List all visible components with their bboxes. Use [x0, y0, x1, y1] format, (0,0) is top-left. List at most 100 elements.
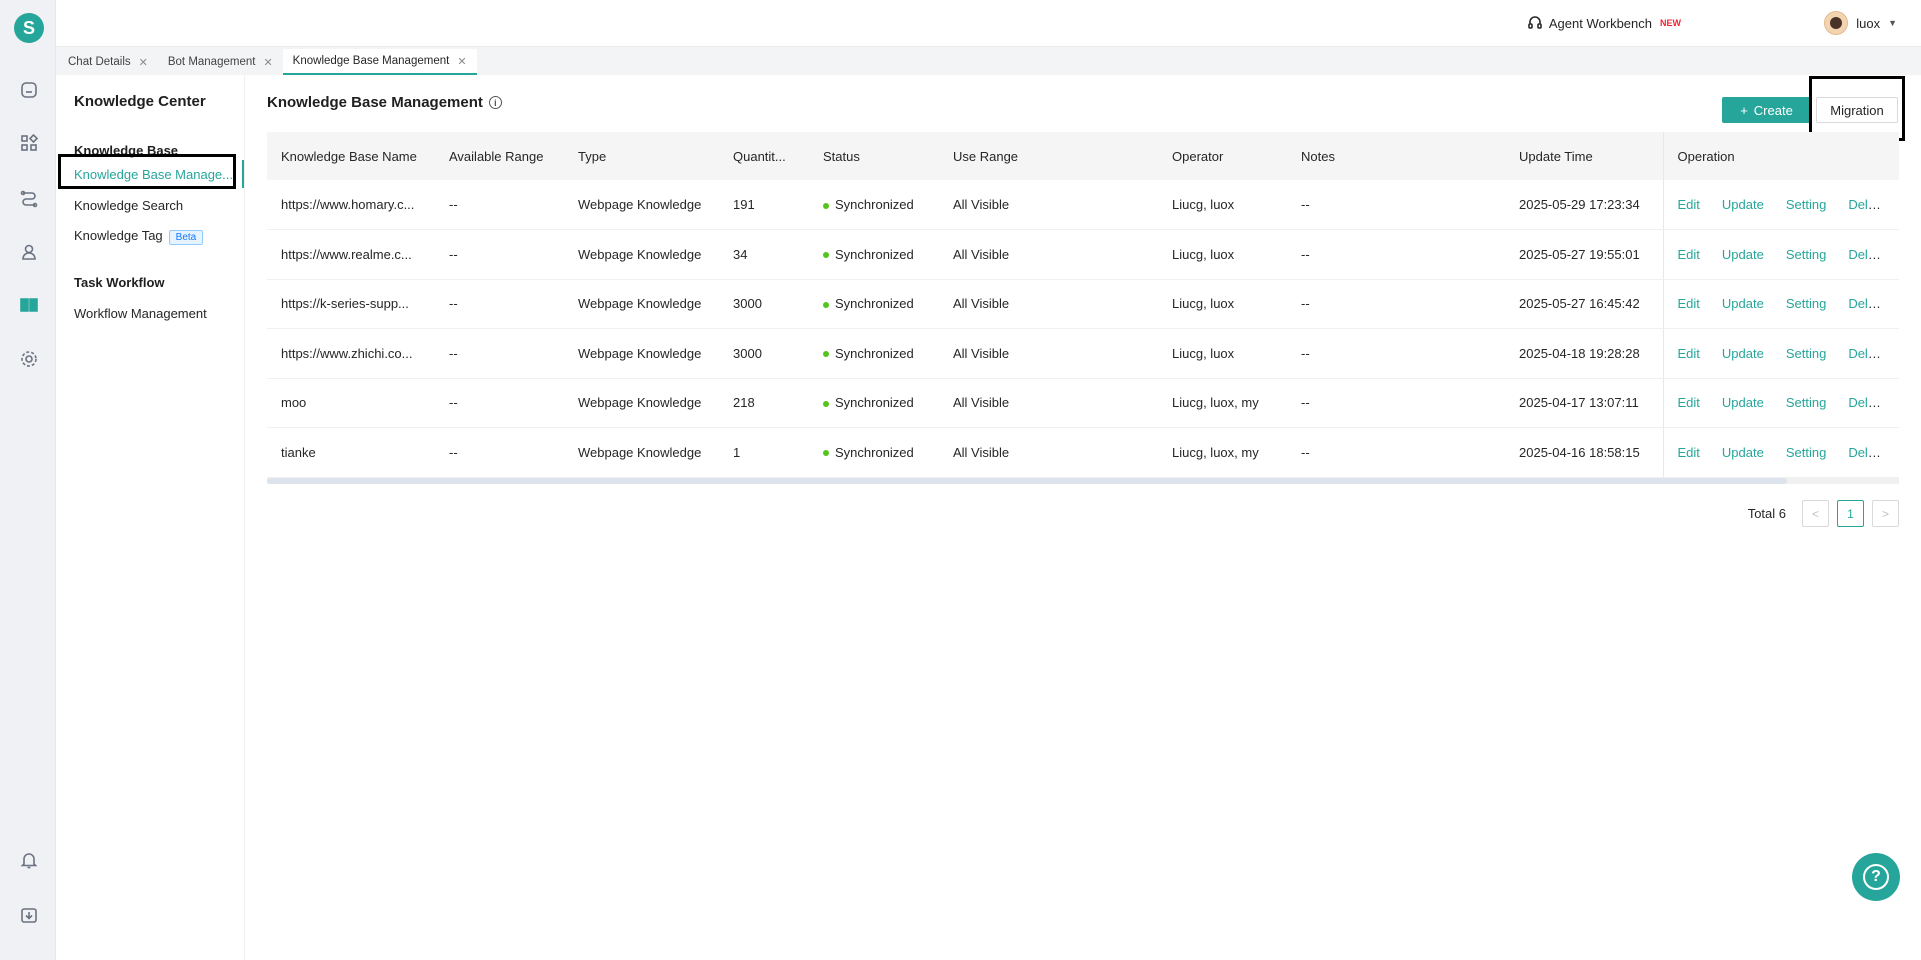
cell-name: https://k-series-supp... — [267, 279, 435, 329]
total-count: Total 6 — [1747, 506, 1786, 521]
next-page-button[interactable]: > — [1872, 500, 1899, 527]
active-indicator — [242, 160, 244, 188]
cell-time: 2025-05-29 17:23:34 — [1505, 180, 1663, 230]
main-content: Knowledge Base Management i + Create Mig… — [245, 75, 1921, 960]
op-setting-link[interactable]: Setting — [1786, 346, 1826, 361]
sidebar-item-knowledge-tag[interactable]: Knowledge Tag Beta — [74, 228, 204, 245]
cell-qty: 191 — [719, 180, 809, 230]
cell-range: -- — [435, 180, 564, 230]
col-header: Type — [564, 132, 719, 180]
agent-workbench-label: Agent Workbench — [1548, 15, 1652, 31]
cell-use: All Visible — [939, 279, 1158, 329]
cell-name: tianke — [267, 427, 435, 478]
horizontal-scrollbar[interactable] — [267, 478, 1899, 484]
scrollbar-thumb[interactable] — [267, 478, 1787, 484]
cell-operator: Liucg, luox, my — [1158, 427, 1287, 478]
cell-type: Webpage Knowledge — [564, 229, 719, 280]
download-icon[interactable] — [16, 902, 42, 928]
cell-operator: Liucg, luox — [1158, 328, 1287, 379]
status-dot — [823, 351, 829, 358]
bell-icon[interactable] — [16, 847, 42, 873]
cell-time: 2025-04-17 13:07:11 — [1505, 378, 1663, 428]
sidebar-item-label: Knowledge Tag — [74, 228, 163, 243]
user-menu[interactable]: luox ▼ — [1824, 11, 1897, 35]
cell-type: Webpage Knowledge — [564, 279, 719, 329]
gear-icon[interactable] — [16, 346, 42, 372]
op-update-link[interactable]: Update — [1722, 445, 1764, 460]
op-delete-link[interactable]: Delete — [1848, 296, 1886, 311]
table-row: tianke -- Webpage Knowledge 1 Synchronized Al… — [267, 427, 1899, 478]
cell-use: All Visible — [939, 229, 1158, 280]
op-edit-link[interactable]: Edit — [1678, 296, 1700, 311]
cell-operation: Edit Update Setting Delete — [1662, 427, 1899, 478]
op-update-link[interactable]: Update — [1722, 395, 1764, 410]
table-row: https://www.homary.c... -- Webpage Knowled… — [267, 180, 1899, 230]
op-delete-link[interactable]: Delete — [1848, 197, 1886, 212]
col-header: Status — [809, 132, 939, 180]
op-setting-link[interactable]: Setting — [1786, 197, 1826, 212]
cell-name: https://www.homary.c... — [267, 180, 435, 230]
col-header: Operation — [1662, 132, 1899, 180]
sidebar-item-workflow-management[interactable]: Workflow Management — [74, 306, 207, 321]
op-setting-link[interactable]: Setting — [1786, 247, 1826, 262]
help-button[interactable]: ? — [1852, 853, 1900, 901]
cell-operator: Liucg, luox — [1158, 279, 1287, 329]
tab-knowledge-base-management[interactable]: Knowledge Base Management ✕ — [282, 49, 477, 75]
user-name: luox — [1856, 15, 1881, 31]
cell-operation: Edit Update Setting Delete — [1662, 328, 1899, 379]
close-icon[interactable]: ✕ — [139, 56, 148, 69]
op-delete-link[interactable]: Delete — [1848, 346, 1886, 361]
op-edit-link[interactable]: Edit — [1678, 346, 1700, 361]
status-dot — [823, 252, 829, 259]
op-delete-link[interactable]: Delete — [1848, 445, 1886, 460]
avatar — [1824, 11, 1849, 35]
op-update-link[interactable]: Update — [1722, 296, 1764, 311]
op-update-link[interactable]: Update — [1722, 247, 1764, 262]
cell-use: All Visible — [939, 180, 1158, 230]
book-icon[interactable] — [16, 292, 42, 318]
page-button[interactable]: 1 — [1837, 500, 1864, 527]
op-update-link[interactable]: Update — [1722, 197, 1764, 212]
op-delete-link[interactable]: Delete — [1848, 395, 1886, 410]
table-row: https://www.realme.c... -- Webpage Knowled… — [267, 229, 1899, 280]
cell-status: Synchronized — [809, 180, 939, 230]
cell-type: Webpage Knowledge — [564, 328, 719, 379]
home-icon[interactable] — [16, 77, 42, 103]
tab-bot-management[interactable]: Bot Management ✕ — [158, 49, 283, 75]
apps-icon[interactable] — [16, 130, 42, 156]
flow-icon[interactable] — [16, 185, 42, 211]
close-icon[interactable]: ✕ — [457, 55, 466, 68]
cell-qty: 34 — [719, 229, 809, 280]
info-icon[interactable]: i — [488, 96, 502, 109]
col-header: Update Time — [1505, 132, 1663, 180]
user-icon[interactable] — [16, 239, 42, 265]
cell-status: Synchronized — [809, 427, 939, 478]
tab-chat-details[interactable]: Chat Details ✕ — [58, 49, 158, 75]
cell-status: Synchronized — [809, 229, 939, 280]
op-update-link[interactable]: Update — [1722, 346, 1764, 361]
status-text: Synchronized — [835, 296, 914, 312]
sidebar-item-knowledge-search[interactable]: Knowledge Search — [74, 198, 183, 213]
op-setting-link[interactable]: Setting — [1786, 395, 1826, 410]
create-button[interactable]: + Create — [1722, 97, 1811, 123]
prev-page-button[interactable]: < — [1802, 500, 1829, 527]
highlight-box — [58, 154, 236, 189]
cell-time: 2025-04-16 18:58:15 — [1505, 427, 1663, 478]
table-row: https://k-series-supp... -- Webpage Knowle… — [267, 279, 1899, 329]
app-logo[interactable]: S — [14, 13, 44, 43]
op-edit-link[interactable]: Edit — [1678, 395, 1700, 410]
status-text: Synchronized — [835, 395, 914, 411]
close-icon[interactable]: ✕ — [263, 56, 272, 69]
op-setting-link[interactable]: Setting — [1786, 296, 1826, 311]
caret-down-icon: ▼ — [1888, 18, 1897, 28]
op-delete-link[interactable]: Delete — [1848, 247, 1886, 262]
plus-icon: + — [1740, 102, 1748, 118]
op-edit-link[interactable]: Edit — [1678, 445, 1700, 460]
op-setting-link[interactable]: Setting — [1786, 445, 1826, 460]
headset-icon — [1528, 16, 1542, 29]
cell-range: -- — [435, 427, 564, 478]
cell-status: Synchronized — [809, 328, 939, 379]
agent-workbench-link[interactable]: Agent Workbench NEW — [1527, 15, 1681, 31]
op-edit-link[interactable]: Edit — [1678, 197, 1700, 212]
op-edit-link[interactable]: Edit — [1678, 247, 1700, 262]
